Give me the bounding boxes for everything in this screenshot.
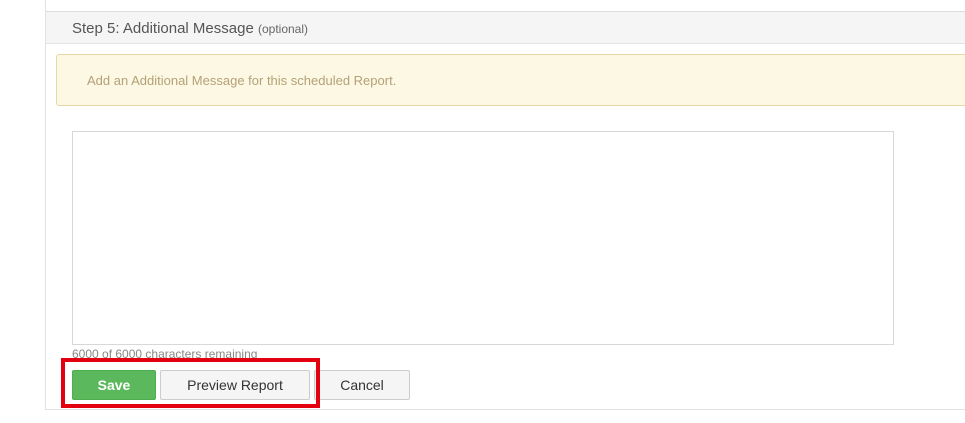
optional-label: (optional): [257, 22, 308, 36]
step-header: Step 5: Additional Message (optional): [46, 12, 965, 44]
preview-report-button[interactable]: Preview Report: [160, 370, 310, 400]
save-button[interactable]: Save: [72, 370, 156, 400]
cancel-button[interactable]: Cancel: [314, 370, 410, 400]
info-alert: Add an Additional Message for this sched…: [56, 54, 965, 106]
step-title: Step 5: Additional Message (optional): [72, 20, 308, 37]
additional-message-textarea[interactable]: [72, 131, 894, 345]
character-counter: 6000 of 6000 characters remaining: [72, 347, 258, 360]
previous-step-bottom: [46, 0, 965, 12]
alert-text: Add an Additional Message for this sched…: [87, 73, 397, 88]
step-title-text: Step 5: Additional Message: [72, 20, 254, 37]
